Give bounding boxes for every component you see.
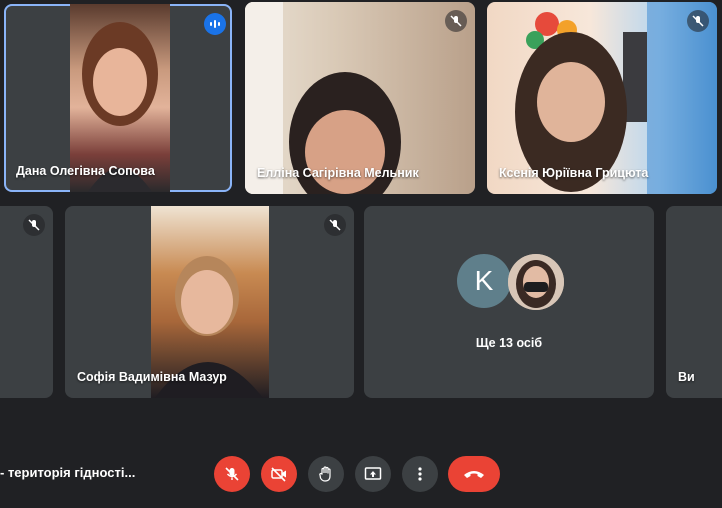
participant-avatar-photo — [508, 254, 564, 310]
raise-hand-icon — [319, 466, 331, 482]
self-label: Ви — [678, 370, 695, 384]
camera-off-icon — [271, 467, 286, 482]
mic-off-icon — [445, 10, 467, 32]
speaking-indicator-icon — [204, 13, 226, 35]
participant-tile-partial-left[interactable] — [0, 206, 53, 398]
toggle-mic-button[interactable] — [214, 456, 250, 492]
mic-off-icon — [687, 10, 709, 32]
mic-off-icon — [23, 214, 45, 236]
participant-tile-ellina[interactable]: Елліна Сагірівна Мельник — [245, 2, 475, 194]
self-tile[interactable]: Ви — [666, 206, 722, 398]
more-participants-label: Ще 13 осіб — [475, 336, 543, 350]
more-vert-icon — [418, 467, 422, 481]
leave-call-button[interactable] — [448, 456, 500, 492]
participant-name: Елліна Сагірівна Мельник — [257, 166, 419, 180]
participant-name: Софія Вадимівна Мазур — [77, 370, 227, 384]
meeting-title: - територія гідності... — [0, 465, 136, 480]
participant-name: Ксенія Юріївна Грицюта — [499, 166, 649, 180]
mic-off-icon — [225, 467, 239, 481]
participant-tile-sofia[interactable]: Софія Вадимівна Мазур — [65, 206, 354, 398]
hang-up-icon — [464, 471, 484, 478]
participant-tile-ksenia[interactable]: Ксенія Юріївна Грицюта — [487, 2, 717, 194]
participant-tile-dana[interactable]: Дана Олегівна Сопова — [4, 4, 232, 192]
mic-off-icon — [324, 214, 346, 236]
present-screen-button[interactable] — [355, 456, 391, 492]
participant-name: Дана Олегівна Сопова — [16, 164, 155, 178]
more-participants-tile[interactable]: K Ще 13 осіб — [364, 206, 654, 398]
raise-hand-button[interactable] — [308, 456, 344, 492]
more-options-button[interactable] — [402, 456, 438, 492]
toggle-camera-button[interactable] — [261, 456, 297, 492]
present-screen-icon — [364, 467, 382, 480]
participant-avatar-initial: K — [457, 254, 511, 308]
